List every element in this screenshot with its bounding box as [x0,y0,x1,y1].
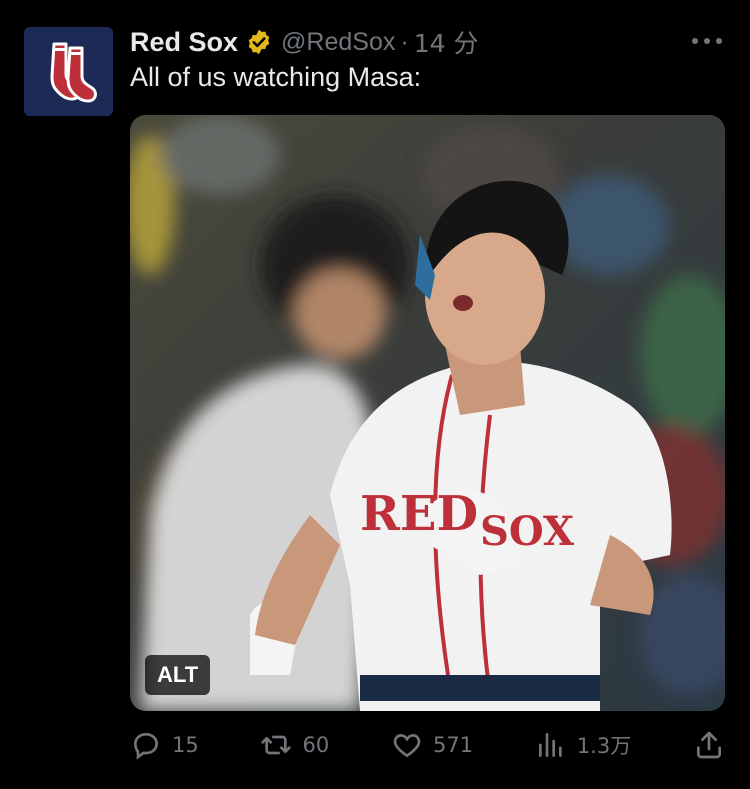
retweet-icon [261,735,292,755]
verified-badge-icon [248,29,270,55]
retweet-count: 60 [302,733,330,757]
views-button[interactable]: 1.3万 [535,729,631,761]
like-button[interactable]: 571 [391,729,473,761]
share-button[interactable] [693,729,725,761]
alt-text-badge[interactable]: ALT [145,655,211,695]
svg-text:RED: RED [360,486,478,542]
reply-count: 15 [172,733,199,757]
like-count: 571 [432,733,474,757]
tweet-header: Red Sox @RedSox · 14 分 [130,22,730,62]
reply-icon [133,732,159,760]
reply-button[interactable]: 15 [130,729,199,761]
svg-text:SOX: SOX [480,508,574,555]
author-handle[interactable]: @RedSox [281,28,395,57]
tweet-text: All of us watching Masa: [130,62,422,92]
timestamp[interactable]: 14 分 [414,24,479,60]
views-count: 1.3万 [576,734,632,758]
more-options-icon[interactable] [692,38,722,48]
avatar[interactable] [24,27,113,116]
tweet-actions: 15 60 571 1.3万 [130,725,725,765]
retweet-button[interactable]: 60 [260,729,329,761]
views-chart-icon [538,733,562,757]
tweet[interactable]: Red Sox @RedSox · 14 分 All of us watchin… [0,0,750,789]
red-sox-logo-icon [24,27,113,116]
tweet-media[interactable]: RED SOX ALT [130,115,725,711]
heart-icon [393,734,421,758]
share-icon [696,731,721,759]
baseball-players-photo: RED SOX [130,115,725,711]
author-name[interactable]: Red Sox [130,27,238,58]
separator-dot: · [400,27,409,56]
